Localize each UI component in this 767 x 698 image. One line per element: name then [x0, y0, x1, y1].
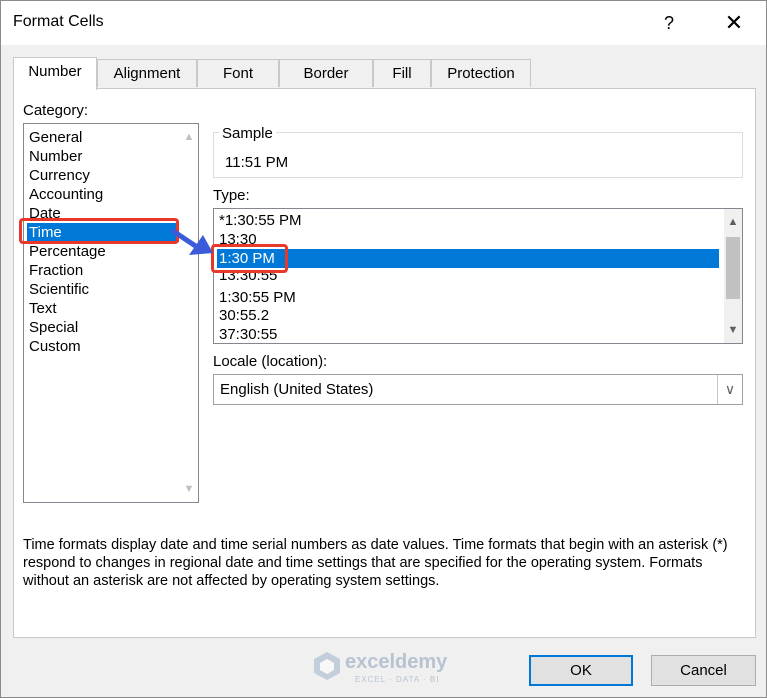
type-item-selected[interactable]: 1:30 PM — [217, 249, 719, 268]
format-cells-dialog: Format Cells ? ✕ Number Alignment Font B… — [0, 0, 767, 698]
cancel-button[interactable]: Cancel — [651, 655, 756, 686]
category-item-accounting[interactable]: Accounting — [29, 185, 103, 204]
help-button[interactable]: ? — [651, 9, 687, 37]
scroll-thumb[interactable] — [726, 237, 740, 299]
type-highlight-box — [211, 244, 288, 273]
title-bar: Format Cells ? ✕ — [1, 1, 766, 45]
ok-button[interactable]: OK — [529, 655, 633, 686]
close-button[interactable]: ✕ — [714, 9, 754, 37]
category-item-special[interactable]: Special — [29, 318, 78, 337]
time-highlight-box — [19, 218, 179, 244]
chevron-down-icon[interactable]: ▼ — [724, 321, 742, 339]
chevron-down-icon[interactable]: ∨ — [717, 375, 742, 404]
tab-protection[interactable]: Protection — [431, 59, 531, 87]
exceldemy-logo-icon — [314, 652, 340, 680]
chevron-up-icon[interactable]: ▲ — [724, 213, 742, 231]
chevron-down-icon[interactable]: ▼ — [180, 480, 198, 498]
tab-number[interactable]: Number — [13, 57, 97, 90]
category-item-currency[interactable]: Currency — [29, 166, 90, 185]
watermark-tagline: EXCEL · DATA · BI — [355, 675, 440, 684]
category-item-scientific[interactable]: Scientific — [29, 280, 89, 299]
type-item[interactable]: *1:30:55 PM — [219, 211, 302, 230]
category-item-text[interactable]: Text — [29, 299, 57, 318]
watermark-name: exceldemy — [345, 651, 448, 673]
category-scrollbar[interactable]: ▲ ▼ — [180, 124, 198, 502]
tab-alignment[interactable]: Alignment — [97, 59, 197, 87]
tab-fill[interactable]: Fill — [373, 59, 431, 87]
chevron-up-icon[interactable]: ▲ — [180, 128, 198, 146]
type-item[interactable]: 1:30:55 PM — [219, 288, 296, 307]
dialog-title: Format Cells — [13, 13, 104, 30]
locale-value: English (United States) — [220, 381, 374, 398]
arrow-annotation-icon — [171, 228, 213, 255]
tab-border[interactable]: Border — [279, 59, 373, 87]
category-item-number[interactable]: Number — [29, 147, 82, 166]
type-item[interactable]: 37:30:55 — [219, 325, 277, 343]
category-item-fraction[interactable]: Fraction — [29, 261, 83, 280]
tab-font[interactable]: Font — [197, 59, 279, 87]
sample-value: 11:51 PM — [225, 154, 289, 171]
locale-dropdown[interactable]: English (United States) ∨ — [213, 374, 743, 405]
locale-label: Locale (location): — [213, 353, 328, 370]
exceldemy-watermark: exceldemy EXCEL · DATA · BI — [313, 651, 447, 686]
sample-label: Sample — [219, 125, 276, 142]
type-scrollbar[interactable]: ▲ ▼ — [724, 209, 742, 343]
sample-group — [213, 132, 743, 178]
category-list[interactable]: General Number Currency Accounting Date … — [23, 123, 199, 503]
category-label: Category: — [23, 102, 89, 119]
category-item-general[interactable]: General — [29, 128, 82, 147]
category-item-custom[interactable]: Custom — [29, 337, 81, 356]
category-item-percentage[interactable]: Percentage — [29, 242, 106, 261]
type-label: Type: — [213, 187, 250, 204]
type-list[interactable]: *1:30:55 PM 13:30 1:30 PM 13:30:55 1:30:… — [213, 208, 743, 344]
format-description: Time formats display date and time seria… — [23, 537, 728, 589]
type-item[interactable]: 30:55.2 — [219, 306, 269, 325]
